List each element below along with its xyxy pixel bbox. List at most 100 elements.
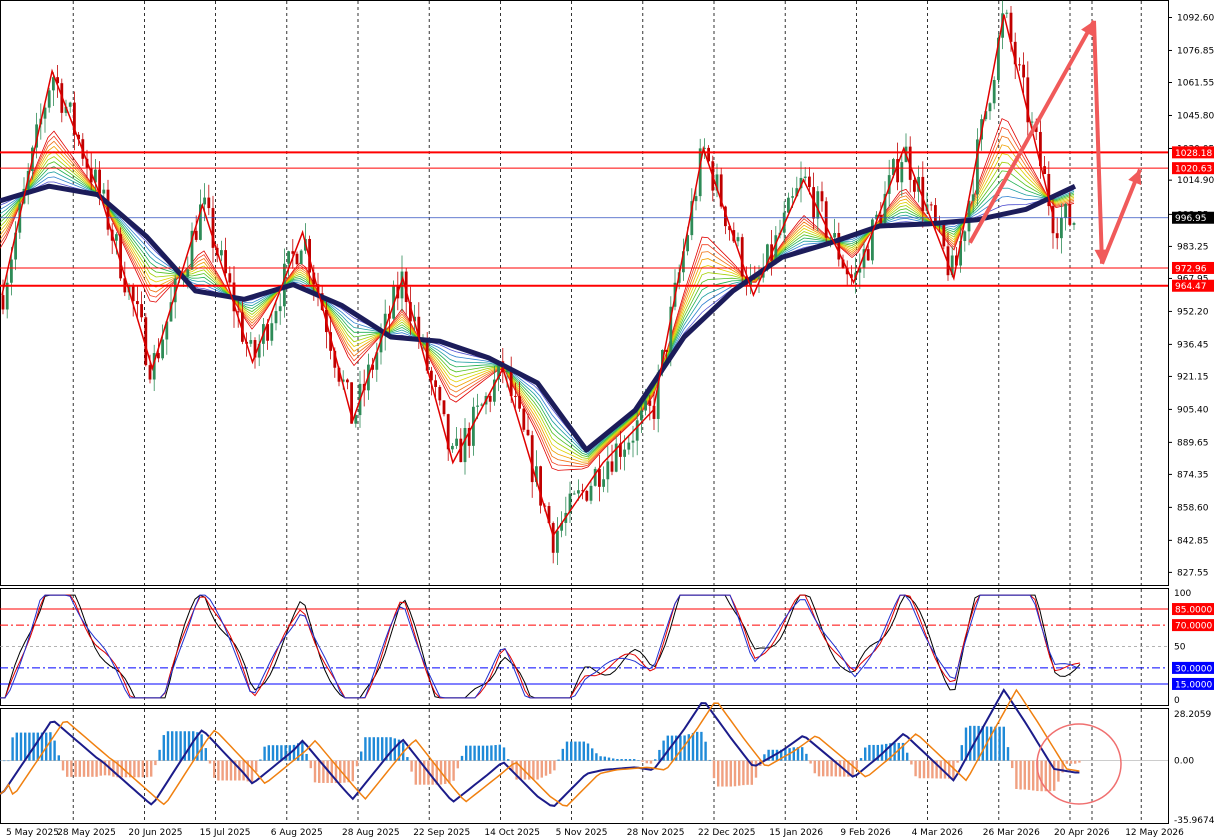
osc2-hist-bar <box>355 760 359 767</box>
osc2-hist-bar <box>456 760 459 769</box>
y-tick-label: 889.65 <box>1177 438 1209 448</box>
date-axis: 5 May 202528 May 2025 20 Jun 2025 15 Jul 2… <box>6 828 1184 838</box>
osc2-hist-bar <box>213 760 216 778</box>
osc2-hist-bar <box>250 760 254 783</box>
osc2-hist-bar <box>137 760 140 778</box>
candle-body <box>68 102 72 107</box>
oscillator-2-panel[interactable] <box>0 708 1169 824</box>
osc2-hist-bar <box>628 759 632 761</box>
candle-body <box>774 235 778 261</box>
osc2-hist-bar <box>943 760 947 779</box>
osc2-hist-bar <box>305 753 308 761</box>
x-tick-label: 5 Nov 2025 <box>556 828 608 838</box>
osc2-hist-bar <box>57 755 60 761</box>
osc2-hist-bar <box>154 760 157 766</box>
osc1-level-text: 85.0000 <box>1175 606 1212 616</box>
osc2-hist-bar <box>792 747 795 761</box>
y-tick-label: 952.20 <box>1177 307 1209 317</box>
osc1-level-text: 15.0000 <box>1175 680 1212 690</box>
osc2-hist-bar <box>372 737 375 761</box>
candle-body <box>488 395 492 402</box>
x-tick-label: 28 Aug 2025 <box>342 828 400 838</box>
osc2-hist-bar <box>599 756 602 761</box>
osc2-hist-bar <box>1011 760 1014 769</box>
candle-body <box>136 301 139 305</box>
osc2-hist-bar <box>914 760 917 777</box>
osc2-hist-bar <box>536 760 539 780</box>
osc2-hist-bar <box>124 760 128 778</box>
osc2-hist-bar <box>557 759 560 761</box>
osc2-hist-bar <box>553 760 556 771</box>
candle-body <box>623 449 626 457</box>
candle-body <box>992 79 996 104</box>
trading-chart[interactable]: 1092.601076.851061.551045.801030.051014.… <box>0 0 1219 839</box>
osc2-hist-bar <box>82 760 86 777</box>
osc2-hist-bar <box>742 760 745 786</box>
osc2-hist-bar <box>11 737 14 761</box>
osc2-hist-bar <box>179 731 182 761</box>
candle-body <box>299 250 303 265</box>
osc2-hist-bar <box>217 760 220 781</box>
y-tick-label: 858.60 <box>1177 503 1209 513</box>
osc2-hist-bar <box>221 760 224 781</box>
osc2-hist-bar <box>498 744 501 761</box>
candle-body <box>934 205 937 224</box>
osc2-tick-label: 0.00 <box>1174 757 1194 767</box>
osc2-hist-bar <box>24 732 27 761</box>
candle-body <box>740 237 744 277</box>
candle-body <box>791 196 794 198</box>
osc2-hist-bar <box>813 760 816 774</box>
candle-body <box>228 273 232 283</box>
osc2-tick-label: -35.9674 <box>1174 816 1215 826</box>
candle-body <box>1030 121 1034 123</box>
candle-body <box>648 400 652 406</box>
candle-body <box>438 386 442 401</box>
candle-body <box>929 204 933 206</box>
oscillator-1-panel[interactable] <box>0 588 1169 706</box>
candle-body <box>514 395 517 397</box>
osc2-hist-bar <box>99 760 102 776</box>
osc2-hist-bar <box>1015 760 1018 789</box>
candle-body <box>627 442 631 450</box>
candle-body <box>270 323 274 341</box>
candle-body <box>1072 223 1076 225</box>
y-tick-label: 842.85 <box>1177 536 1209 546</box>
osc2-hist-bar <box>351 760 354 782</box>
osc2-hist-bar <box>1023 760 1026 790</box>
candle-body <box>505 370 509 373</box>
osc2-hist-bar <box>229 760 233 781</box>
candle-body <box>1022 64 1025 78</box>
candle-body <box>526 429 530 436</box>
osc2-hist-bar <box>490 745 493 761</box>
candle-body <box>249 340 253 344</box>
osc2-hist-bar <box>309 760 312 769</box>
osc1-tick-label: 0 <box>1174 696 1180 706</box>
x-tick-label: 14 Oct 2025 <box>484 828 540 838</box>
osc2-hist-bar <box>540 760 543 778</box>
price-axis: 1092.601076.851061.551045.801030.051014.… <box>1168 13 1214 578</box>
x-tick-label: 22 Dec 2025 <box>698 828 756 838</box>
candle-body <box>47 90 51 108</box>
osc2-hist-bar <box>906 752 909 761</box>
osc2-hist-bar <box>469 745 472 761</box>
osc2-hist-bar <box>754 760 758 778</box>
osc2-hist-bar <box>897 742 900 761</box>
osc2-tick-label: 28.2059 <box>1174 710 1211 720</box>
osc2-hist-bar <box>36 732 39 761</box>
osc2-hist-bar <box>721 760 724 787</box>
osc2-hist-bar <box>481 745 485 761</box>
osc2-hist-bar <box>893 742 896 761</box>
candle-body <box>278 306 282 312</box>
osc2-hist-bar <box>61 760 65 771</box>
osc2-hist-bar <box>633 759 636 761</box>
osc2-hist-bar <box>318 760 321 783</box>
candle-body <box>736 237 740 242</box>
candle-body <box>808 176 811 188</box>
osc2-hist-bar <box>87 760 90 777</box>
osc2-hist-bar <box>746 760 749 785</box>
candle-body <box>824 201 828 238</box>
osc2-hist-bar <box>1027 760 1031 790</box>
candle-body <box>530 435 534 483</box>
osc2-hist-bar <box>271 745 275 761</box>
osc2-hist-bar <box>822 760 825 777</box>
